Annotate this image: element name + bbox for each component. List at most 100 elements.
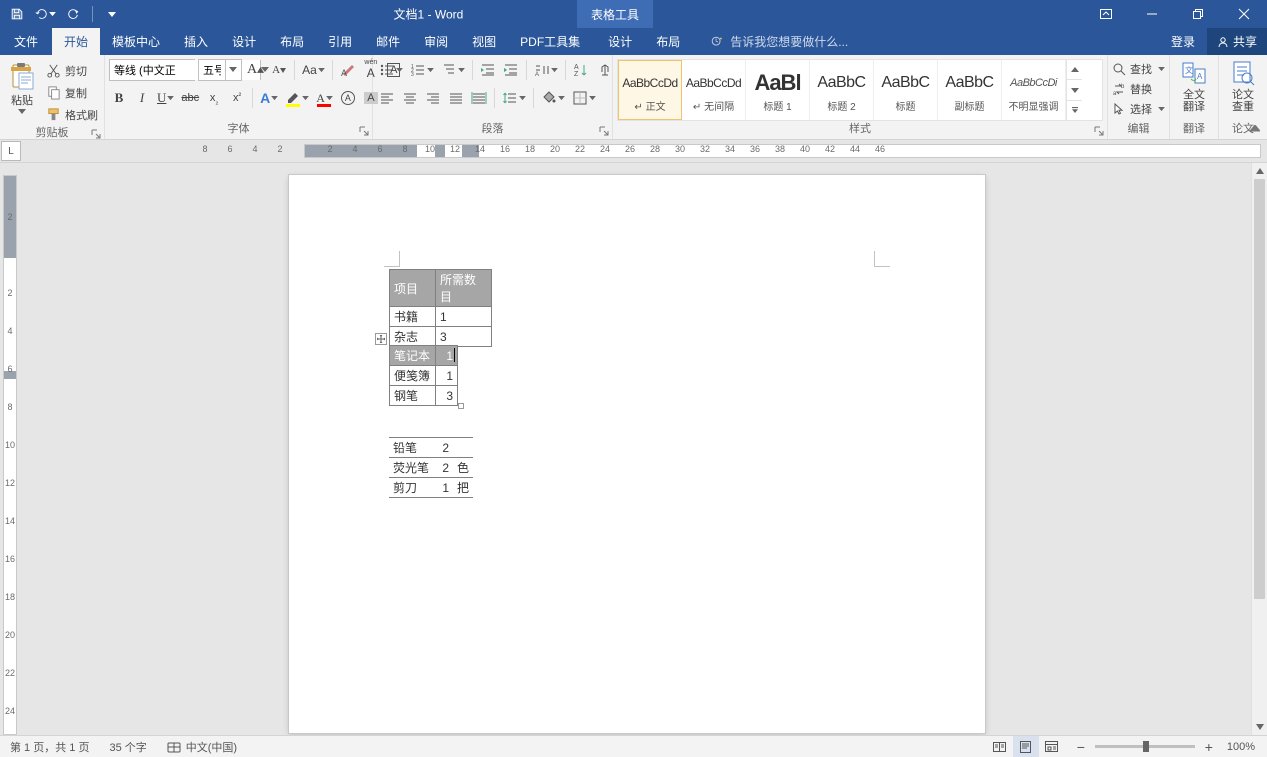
table-2[interactable]: 笔记本1 便笺簿1 钢笔3 xyxy=(389,345,458,406)
font-size-input[interactable] xyxy=(199,60,225,80)
multilevel-list-button[interactable] xyxy=(439,59,467,81)
read-mode-button[interactable] xyxy=(987,736,1013,757)
grow-font-button[interactable]: A xyxy=(245,59,266,81)
full-translate-button[interactable]: 文A 全文 翻译 xyxy=(1174,59,1214,113)
style-subtle-emphasis[interactable]: AaBbCcDi不明显强调 xyxy=(1002,60,1066,120)
zoom-slider[interactable] xyxy=(1095,745,1195,748)
italic-button[interactable]: I xyxy=(132,87,152,109)
paste-button[interactable]: 粘贴 xyxy=(4,59,40,115)
borders-button[interactable] xyxy=(570,87,598,109)
redo-button[interactable] xyxy=(60,2,86,26)
superscript-button[interactable]: x² xyxy=(227,87,247,109)
justify-button[interactable] xyxy=(446,87,466,109)
close-button[interactable] xyxy=(1221,0,1267,28)
vertical-ruler[interactable]: 224681012141618202224 xyxy=(1,163,19,735)
thesis-check-button[interactable]: 论文 查重 xyxy=(1223,59,1263,113)
bold-button[interactable]: B xyxy=(109,87,129,109)
tab-template[interactable]: 模板中心 xyxy=(100,28,172,55)
tab-view[interactable]: 视图 xyxy=(460,28,508,55)
clear-formatting-button[interactable]: A xyxy=(338,59,358,81)
zoom-out-button[interactable]: − xyxy=(1073,740,1089,754)
font-size-dropdown[interactable] xyxy=(225,60,239,80)
change-case-button[interactable]: Aa xyxy=(300,59,327,81)
style-heading2[interactable]: AaBbC标题 2 xyxy=(810,60,874,120)
align-left-button[interactable] xyxy=(377,87,397,109)
maximize-button[interactable] xyxy=(1175,0,1221,28)
style-gallery-more[interactable] xyxy=(1067,101,1082,120)
undo-button[interactable] xyxy=(32,2,58,26)
table-resize-handle[interactable] xyxy=(458,403,464,409)
zoom-level[interactable]: 100% xyxy=(1223,741,1259,753)
login-button[interactable]: 登录 xyxy=(1159,28,1207,55)
table-move-handle[interactable] xyxy=(375,333,387,345)
tab-review[interactable]: 审阅 xyxy=(412,28,460,55)
style-gallery-down[interactable] xyxy=(1067,80,1082,100)
replace-button[interactable]: ab替换 xyxy=(1112,79,1152,99)
align-center-button[interactable] xyxy=(400,87,420,109)
font-size-combo[interactable] xyxy=(198,59,242,81)
sort-button[interactable]: AZ xyxy=(571,59,591,81)
save-button[interactable] xyxy=(4,2,30,26)
zoom-in-button[interactable]: + xyxy=(1201,740,1217,754)
tell-me-search[interactable]: 告诉我您想要做什么... xyxy=(710,28,1159,55)
scroll-up-button[interactable] xyxy=(1252,163,1267,179)
tab-file[interactable]: 文件 xyxy=(0,28,52,55)
tab-table-layout[interactable]: 布局 xyxy=(644,28,692,55)
web-layout-button[interactable] xyxy=(1039,736,1065,757)
style-title[interactable]: AaBbC标题 xyxy=(874,60,938,120)
minimize-button[interactable] xyxy=(1129,0,1175,28)
numbering-button[interactable]: 123 xyxy=(408,59,436,81)
print-layout-button[interactable] xyxy=(1013,736,1039,757)
format-painter-button[interactable]: 格式刷 xyxy=(44,104,100,125)
bullets-button[interactable] xyxy=(377,59,405,81)
copy-button[interactable]: 复制 xyxy=(44,82,100,103)
scroll-thumb[interactable] xyxy=(1254,179,1265,599)
shading-button[interactable] xyxy=(539,87,567,109)
paragraph-dialog-launcher[interactable] xyxy=(598,125,610,137)
style-subtitle[interactable]: AaBbC副标题 xyxy=(938,60,1002,120)
language-status[interactable]: 中文(中国) xyxy=(157,736,247,757)
cut-button[interactable]: 剪切 xyxy=(44,60,100,81)
font-dialog-launcher[interactable] xyxy=(358,125,370,137)
page[interactable]: 项目所需数目 书籍1 杂志3 笔记本1 便笺簿1 钢笔3 铅笔2 荧光笔2色 剪… xyxy=(289,175,985,733)
scroll-down-button[interactable] xyxy=(1252,719,1267,735)
share-button[interactable]: 共享 xyxy=(1207,28,1267,55)
decrease-indent-button[interactable] xyxy=(478,59,498,81)
clipboard-dialog-launcher[interactable] xyxy=(90,128,102,140)
find-button[interactable]: 查找 xyxy=(1112,59,1165,79)
table-3[interactable]: 铅笔2 荧光笔2色 剪刀1把 xyxy=(389,437,473,498)
qat-customize-button[interactable] xyxy=(99,2,125,26)
style-no-spacing[interactable]: AaBbCcDd↵ 无间隔 xyxy=(682,60,746,120)
tab-mailings[interactable]: 邮件 xyxy=(364,28,412,55)
strikethrough-button[interactable]: abc xyxy=(179,87,201,109)
shrink-font-button[interactable]: A xyxy=(269,59,289,81)
increase-indent-button[interactable] xyxy=(501,59,521,81)
tab-insert[interactable]: 插入 xyxy=(172,28,220,55)
underline-button[interactable]: U xyxy=(155,87,176,109)
show-paragraph-marks-button[interactable] xyxy=(594,59,614,81)
tab-layout[interactable]: 布局 xyxy=(268,28,316,55)
line-spacing-button[interactable] xyxy=(500,87,528,109)
tab-table-design[interactable]: 设计 xyxy=(596,28,644,55)
style-gallery-up[interactable] xyxy=(1067,60,1082,80)
horizontal-ruler[interactable]: 8642246810121416182022242628303234363840… xyxy=(21,142,1267,160)
table-1[interactable]: 项目所需数目 书籍1 杂志3 xyxy=(389,269,492,347)
zoom-slider-thumb[interactable] xyxy=(1143,741,1149,752)
font-name-combo[interactable] xyxy=(109,59,195,81)
page-number-status[interactable]: 第 1 页，共 1 页 xyxy=(0,736,99,757)
style-normal[interactable]: AaBbCcDd↵ 正文 xyxy=(618,60,682,120)
word-count-status[interactable]: 35 个字 xyxy=(99,736,156,757)
highlight-button[interactable] xyxy=(283,87,311,109)
style-heading1[interactable]: AaBl标题 1 xyxy=(746,60,810,120)
distributed-button[interactable] xyxy=(469,87,489,109)
asian-layout-button[interactable]: A xyxy=(532,59,560,81)
font-color-button[interactable]: A xyxy=(314,87,335,109)
tab-pdf[interactable]: PDF工具集 xyxy=(508,28,592,55)
align-right-button[interactable] xyxy=(423,87,443,109)
styles-dialog-launcher[interactable] xyxy=(1093,125,1105,137)
subscript-button[interactable]: x₂ xyxy=(204,87,224,109)
tab-home[interactable]: 开始 xyxy=(52,28,100,55)
tab-references[interactable]: 引用 xyxy=(316,28,364,55)
tab-design[interactable]: 设计 xyxy=(220,28,268,55)
text-effects-button[interactable]: A xyxy=(258,87,280,109)
